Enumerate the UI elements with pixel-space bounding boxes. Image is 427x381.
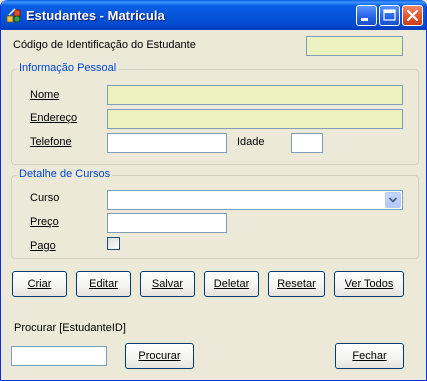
- curso-dropdown[interactable]: [107, 190, 403, 210]
- search-input[interactable]: [11, 346, 107, 366]
- idade-label: Idade: [237, 136, 265, 148]
- student-id-label: Código de Identificação do Estudante: [13, 39, 196, 51]
- student-app-icon: [6, 7, 22, 23]
- nome-label: Nome: [30, 89, 60, 101]
- curso-dropdown-button[interactable]: [385, 192, 401, 208]
- procurar-button[interactable]: Procurar: [125, 343, 194, 369]
- minimize-icon: [361, 18, 368, 21]
- pago-checkbox[interactable]: [107, 237, 120, 250]
- nome-field[interactable]: [107, 85, 403, 105]
- telefone-label: Telefone: [30, 136, 72, 148]
- preco-label: Preço: [30, 216, 59, 228]
- course-details-title: Detalhe de Cursos: [17, 168, 113, 180]
- curso-label: Curso: [30, 192, 60, 204]
- endereco-field[interactable]: [107, 109, 403, 129]
- chevron-down-icon: [388, 197, 398, 203]
- editar-button[interactable]: Editar: [76, 271, 131, 297]
- preco-field[interactable]: [107, 213, 227, 233]
- salvar-button[interactable]: Salvar: [140, 271, 195, 297]
- window-title: Estudantes - Matricula: [26, 8, 165, 23]
- student-id-field[interactable]: [306, 36, 403, 56]
- maximize-icon: [383, 9, 396, 21]
- pago-label: Pago: [30, 240, 56, 252]
- title-bar[interactable]: Estudantes - Matricula: [1, 0, 426, 30]
- resetar-button[interactable]: Resetar: [268, 271, 325, 297]
- telefone-field[interactable]: [107, 133, 227, 153]
- criar-button[interactable]: Criar: [12, 271, 67, 297]
- search-label: Procurar [EstudanteID]: [14, 322, 126, 334]
- endereco-label: Endereço: [30, 112, 78, 124]
- main-window: Estudantes - Matricula Código de Identif…: [0, 0, 427, 381]
- idade-field[interactable]: [291, 133, 323, 153]
- ver-todos-button[interactable]: Ver Todos: [334, 271, 404, 297]
- close-icon: [406, 9, 419, 22]
- personal-info-title: Informação Pessoal: [17, 62, 119, 74]
- maximize-button[interactable]: [379, 5, 400, 26]
- minimize-button[interactable]: [356, 5, 377, 26]
- close-button[interactable]: [402, 5, 423, 26]
- fechar-button[interactable]: Fechar: [335, 343, 404, 369]
- deletar-button[interactable]: Deletar: [204, 271, 259, 297]
